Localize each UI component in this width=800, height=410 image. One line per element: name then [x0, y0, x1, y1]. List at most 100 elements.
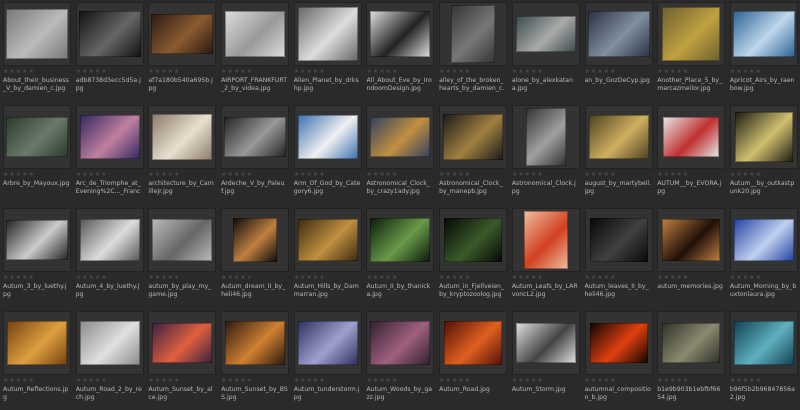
thumbnail-frame[interactable]	[439, 2, 508, 66]
star-icon[interactable]: ★	[95, 378, 100, 384]
star-icon[interactable]: ★	[366, 378, 371, 384]
star-icon[interactable]: ★	[446, 275, 451, 281]
star-icon[interactable]: ★	[174, 378, 179, 384]
star-icon[interactable]: ★	[755, 69, 760, 75]
star-icon[interactable]: ★	[240, 378, 245, 384]
rating-stars[interactable]: ★ ★ ★ ★ ★	[730, 172, 797, 178]
thumbnail-frame[interactable]	[366, 105, 435, 169]
star-icon[interactable]: ★	[148, 378, 153, 384]
thumbnail-frame[interactable]	[439, 208, 508, 272]
thumbnail-item[interactable]: ★ ★ ★ ★ ★ Astronomical_Clock_by_manepb.jpg	[436, 101, 509, 204]
thumbnail-image[interactable]	[297, 219, 358, 261]
star-icon[interactable]: ★	[82, 172, 87, 178]
star-icon[interactable]: ★	[221, 275, 226, 281]
star-icon[interactable]: ★	[525, 378, 530, 384]
star-icon[interactable]: ★	[537, 275, 542, 281]
thumbnail-image[interactable]	[525, 108, 566, 166]
thumbnail-item[interactable]: ★ ★ ★ ★ ★ AIRPORT_FRANKFURT_2_by_videa.jpg	[218, 0, 291, 101]
thumbnail-item[interactable]: ★ ★ ★ ★ ★ Autum_Road_2_by_rech.jpg	[73, 307, 146, 410]
thumbnail-frame[interactable]	[75, 311, 144, 375]
star-icon[interactable]: ★	[29, 69, 34, 75]
star-icon[interactable]: ★	[392, 172, 397, 178]
thumbnail-frame[interactable]	[3, 208, 71, 272]
star-icon[interactable]: ★	[439, 69, 444, 75]
star-icon[interactable]: ★	[234, 69, 239, 75]
thumbnail-frame[interactable]	[511, 311, 580, 375]
star-icon[interactable]: ★	[392, 69, 397, 75]
thumbnail-frame[interactable]	[221, 105, 290, 169]
star-icon[interactable]: ★	[294, 69, 299, 75]
star-icon[interactable]: ★	[452, 172, 457, 178]
rating-stars[interactable]: ★ ★ ★ ★ ★	[76, 172, 143, 178]
star-icon[interactable]: ★	[591, 172, 596, 178]
star-icon[interactable]: ★	[234, 378, 239, 384]
star-icon[interactable]: ★	[518, 172, 523, 178]
rating-stars[interactable]: ★ ★ ★ ★ ★	[294, 172, 361, 178]
star-icon[interactable]: ★	[604, 378, 609, 384]
thumbnail-image[interactable]	[662, 7, 721, 61]
star-icon[interactable]: ★	[307, 172, 312, 178]
star-icon[interactable]: ★	[512, 172, 517, 178]
thumbnail-frame[interactable]	[657, 208, 726, 272]
star-icon[interactable]: ★	[240, 275, 245, 281]
star-icon[interactable]: ★	[604, 275, 609, 281]
star-icon[interactable]: ★	[452, 275, 457, 281]
star-icon[interactable]: ★	[525, 275, 530, 281]
rating-stars[interactable]: ★ ★ ★ ★ ★	[366, 69, 433, 75]
thumbnail-frame[interactable]	[148, 2, 217, 66]
thumbnail-frame[interactable]	[366, 311, 435, 375]
star-icon[interactable]: ★	[439, 378, 444, 384]
thumbnail-item[interactable]: ★ ★ ★ ★ ★ Autum_Reflections.jpg	[0, 307, 73, 410]
star-icon[interactable]: ★	[465, 69, 470, 75]
thumbnail-image[interactable]	[297, 321, 358, 365]
thumbnail-item[interactable]: ★ ★ ★ ★ ★ b96f5b2b96847856a2.jpg	[727, 307, 800, 410]
thumbnail-image[interactable]	[151, 14, 214, 54]
star-icon[interactable]: ★	[373, 275, 378, 281]
star-icon[interactable]: ★	[604, 69, 609, 75]
star-icon[interactable]: ★	[319, 69, 324, 75]
star-icon[interactable]: ★	[749, 172, 754, 178]
star-icon[interactable]: ★	[537, 172, 542, 178]
star-icon[interactable]: ★	[537, 69, 542, 75]
thumbnail-image[interactable]	[78, 11, 141, 57]
thumbnail-image[interactable]	[224, 117, 287, 157]
rating-stars[interactable]: ★ ★ ★ ★ ★	[585, 378, 652, 384]
star-icon[interactable]: ★	[604, 172, 609, 178]
thumbnail-image[interactable]	[662, 323, 721, 363]
thumbnail-item[interactable]: ★ ★ ★ ★ ★ Autum_II_by_thanicka.jpg	[363, 204, 436, 307]
star-icon[interactable]: ★	[234, 275, 239, 281]
thumbnail-image[interactable]	[515, 323, 576, 363]
star-icon[interactable]: ★	[458, 378, 463, 384]
star-icon[interactable]: ★	[88, 172, 93, 178]
thumbnail-image[interactable]	[589, 218, 648, 262]
rating-stars[interactable]: ★ ★ ★ ★ ★	[657, 275, 724, 281]
thumbnail-item[interactable]: ★ ★ ★ ★ ★ Autum_Morning_by_buxtonlaura.jpg	[727, 204, 800, 307]
thumbnail-frame[interactable]	[221, 311, 290, 375]
star-icon[interactable]: ★	[730, 378, 735, 384]
star-icon[interactable]: ★	[585, 172, 590, 178]
thumbnail-image[interactable]	[6, 117, 68, 157]
star-icon[interactable]: ★	[82, 378, 87, 384]
star-icon[interactable]: ★	[730, 69, 735, 75]
thumbnail-item[interactable]: ★ ★ ★ ★ ★ Astronomical_Clock_by_crazy1ady.jpg	[363, 101, 436, 204]
thumbnail-image[interactable]	[370, 117, 431, 157]
star-icon[interactable]: ★	[597, 172, 602, 178]
star-icon[interactable]: ★	[3, 275, 8, 281]
star-icon[interactable]: ★	[610, 172, 615, 178]
thumbnail-image[interactable]	[444, 218, 503, 262]
star-icon[interactable]: ★	[755, 172, 760, 178]
star-icon[interactable]: ★	[373, 378, 378, 384]
rating-stars[interactable]: ★ ★ ★ ★ ★	[3, 69, 70, 75]
thumbnail-image[interactable]	[152, 219, 213, 261]
thumbnail-item[interactable]: ★ ★ ★ ★ ★ Autum_Hills_by_Dammarran.jpg	[291, 204, 364, 307]
star-icon[interactable]: ★	[518, 275, 523, 281]
thumbnail-image[interactable]	[152, 114, 213, 160]
thumbnail-frame[interactable]	[657, 311, 726, 375]
star-icon[interactable]: ★	[22, 378, 27, 384]
rating-stars[interactable]: ★ ★ ★ ★ ★	[3, 275, 70, 281]
star-icon[interactable]: ★	[227, 378, 232, 384]
star-icon[interactable]: ★	[736, 275, 741, 281]
star-icon[interactable]: ★	[386, 69, 391, 75]
star-icon[interactable]: ★	[749, 275, 754, 281]
star-icon[interactable]: ★	[168, 172, 173, 178]
